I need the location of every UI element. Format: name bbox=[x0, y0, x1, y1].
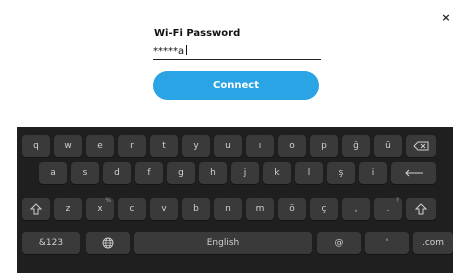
key-h[interactable]: h bbox=[199, 162, 227, 184]
key-comma[interactable]: , bbox=[342, 198, 370, 220]
key-a[interactable]: a bbox=[39, 162, 67, 184]
dialog-title: Wi-Fi Password bbox=[154, 28, 241, 39]
key-l[interactable]: l bbox=[295, 162, 323, 184]
key-c-cedilla[interactable]: ç bbox=[310, 198, 338, 220]
key-b[interactable]: b bbox=[182, 198, 210, 220]
key-t[interactable]: t bbox=[150, 135, 178, 157]
key-x[interactable]: x% bbox=[86, 197, 114, 220]
key-apostrophe[interactable]: ' bbox=[365, 232, 409, 254]
shift-icon bbox=[415, 203, 427, 215]
close-button[interactable]: × bbox=[441, 12, 451, 24]
key-period-label: . bbox=[386, 204, 390, 214]
shift-key-left[interactable] bbox=[22, 198, 50, 220]
text-caret bbox=[186, 45, 188, 55]
backspace-key[interactable] bbox=[406, 135, 436, 157]
key-k[interactable]: k bbox=[263, 162, 291, 184]
key-m[interactable]: m bbox=[246, 198, 274, 220]
key-o[interactable]: o bbox=[278, 135, 306, 157]
key-w[interactable]: w bbox=[54, 135, 82, 157]
key-at[interactable]: @ bbox=[317, 232, 361, 254]
key-z[interactable]: z bbox=[54, 198, 82, 220]
key-e[interactable]: e bbox=[86, 135, 114, 157]
language-key[interactable] bbox=[86, 232, 130, 254]
key-v[interactable]: v bbox=[150, 198, 178, 220]
password-field[interactable]: *****a bbox=[153, 45, 321, 60]
key-c[interactable]: c bbox=[118, 198, 146, 220]
enter-key[interactable] bbox=[391, 162, 436, 184]
key-f[interactable]: f bbox=[135, 162, 163, 184]
key-u-umlaut[interactable]: ü bbox=[374, 135, 402, 157]
connect-button[interactable]: Connect bbox=[153, 71, 319, 100]
key-y[interactable]: y bbox=[182, 135, 210, 157]
key-dotless-i[interactable]: ı bbox=[246, 135, 274, 157]
key-d[interactable]: d bbox=[103, 162, 131, 184]
key-o-umlaut[interactable]: ö bbox=[278, 198, 306, 220]
password-value: *****a bbox=[153, 46, 185, 57]
key-s-cedilla[interactable]: ş bbox=[327, 162, 355, 184]
key-period[interactable]: .? bbox=[374, 197, 402, 220]
on-screen-keyboard: q w e r t y u ı o p ğ ü a s d f g h j k … bbox=[17, 127, 453, 273]
globe-icon bbox=[102, 237, 114, 249]
key-p[interactable]: p bbox=[310, 135, 338, 157]
key-x-label: x bbox=[97, 204, 103, 214]
key-s[interactable]: s bbox=[71, 162, 99, 184]
key-q[interactable]: q bbox=[22, 135, 50, 157]
shift-icon bbox=[30, 203, 42, 215]
key-j[interactable]: j bbox=[231, 162, 259, 184]
key-g-breve[interactable]: ğ bbox=[342, 135, 370, 157]
numbers-key[interactable]: &123 bbox=[22, 232, 80, 254]
key-r[interactable]: r bbox=[118, 135, 146, 157]
enter-icon bbox=[404, 169, 423, 177]
dotcom-key[interactable]: .com bbox=[413, 232, 453, 254]
shift-key-right[interactable] bbox=[406, 198, 436, 220]
key-x-hint: % bbox=[105, 197, 111, 204]
backspace-icon bbox=[413, 141, 429, 151]
key-period-hint: ? bbox=[395, 197, 399, 204]
space-key[interactable]: English bbox=[134, 232, 312, 254]
key-i[interactable]: i bbox=[359, 162, 387, 184]
key-g[interactable]: g bbox=[167, 162, 195, 184]
key-n[interactable]: n bbox=[214, 198, 242, 220]
key-u[interactable]: u bbox=[214, 135, 242, 157]
